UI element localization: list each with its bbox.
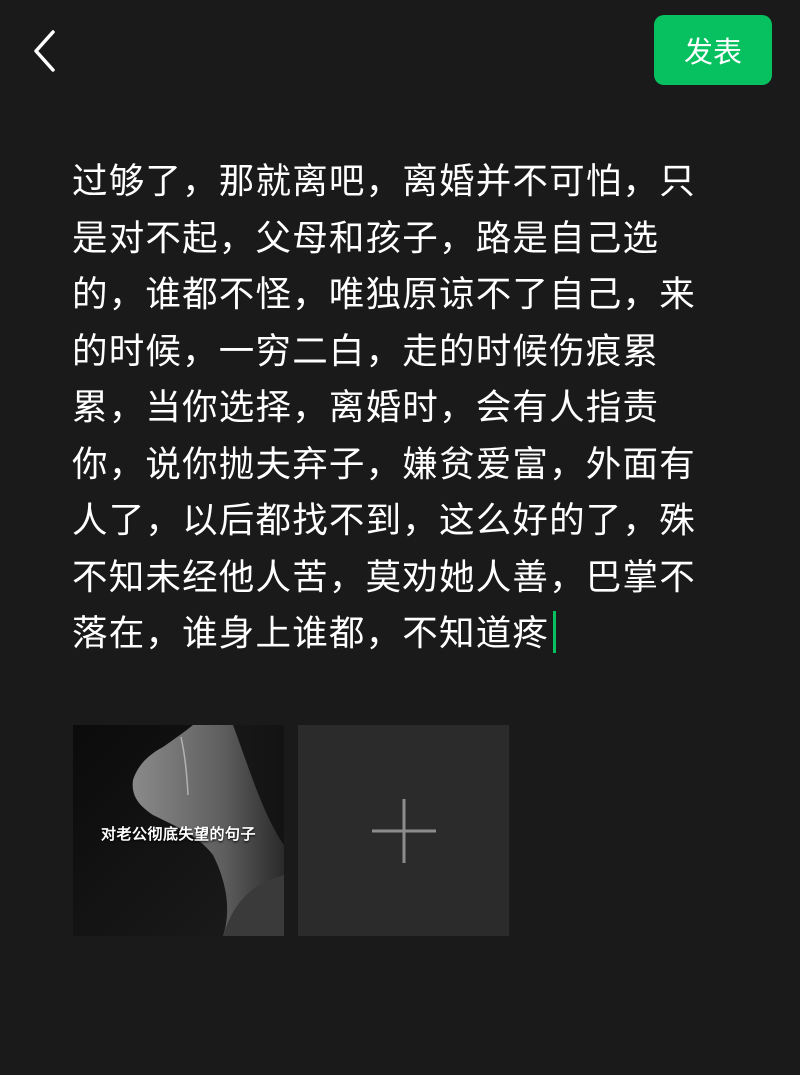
- media-grid: 对老公彻底失望的句子: [73, 725, 509, 936]
- post-text-input[interactable]: 过够了，那就离吧，离婚并不可怕，只是对不起，父母和孩子，路是自己选的，谁都不怪，…: [72, 154, 722, 663]
- plus-icon: [371, 798, 436, 863]
- back-button[interactable]: [22, 24, 70, 76]
- post-text-content: 过够了，那就离吧，离婚并不可怕，只是对不起，父母和孩子，路是自己选的，谁都不怪，…: [72, 161, 696, 654]
- thumbnail-caption: 对老公彻底失望的句子: [100, 825, 256, 843]
- compose-post-screen: 发表 过够了，那就离吧，离婚并不可怕，只是对不起，父母和孩子，路是自己选的，谁都…: [0, 0, 800, 1075]
- media-thumbnail[interactable]: 对老公彻底失望的句子: [73, 725, 284, 936]
- publish-button[interactable]: 发表: [654, 15, 772, 85]
- add-media-button[interactable]: [298, 725, 509, 936]
- chevron-left-icon: [34, 30, 55, 72]
- text-cursor: [553, 611, 557, 653]
